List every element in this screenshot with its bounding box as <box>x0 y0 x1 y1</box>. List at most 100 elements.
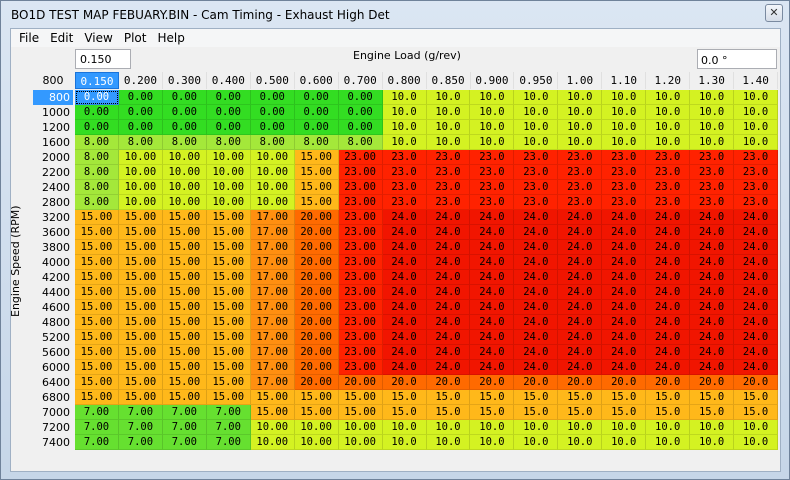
map-cell[interactable]: 24.0 <box>382 345 427 360</box>
map-cell[interactable]: 24.0 <box>514 255 559 270</box>
row-header[interactable]: 4800 <box>33 315 73 330</box>
row-header[interactable]: 1600 <box>33 135 73 150</box>
map-cell[interactable]: 24.0 <box>514 240 559 255</box>
map-cell[interactable]: 24.0 <box>470 210 515 225</box>
map-cell[interactable]: 8.00 <box>206 135 251 150</box>
map-cell[interactable]: 10.0 <box>426 120 471 135</box>
map-cell[interactable]: 0.00 <box>162 90 207 105</box>
map-cell[interactable]: 0.00 <box>75 105 119 120</box>
map-cell[interactable]: 20.00 <box>294 345 339 360</box>
menu-file[interactable]: File <box>15 29 46 47</box>
column-header[interactable]: 0.200 <box>119 72 163 89</box>
map-cell[interactable]: 15.00 <box>118 345 163 360</box>
map-cell[interactable]: 20.00 <box>294 330 339 345</box>
row-header[interactable]: 4000 <box>33 255 73 270</box>
menu-edit[interactable]: Edit <box>46 29 80 47</box>
map-cell[interactable]: 10.0 <box>690 135 735 150</box>
map-cell[interactable]: 10.00 <box>250 420 295 435</box>
row-header[interactable]: 3200 <box>33 210 73 225</box>
map-cell[interactable]: 23.0 <box>382 195 427 210</box>
map-cell[interactable]: 24.0 <box>690 345 735 360</box>
map-cell[interactable]: 20.00 <box>294 270 339 285</box>
map-cell[interactable]: 15.0 <box>470 390 515 405</box>
map-cell[interactable]: 10.0 <box>646 435 691 450</box>
map-cell[interactable]: 15.00 <box>206 210 251 225</box>
map-cell[interactable]: 10.00 <box>206 165 251 180</box>
map-cell[interactable]: 10.00 <box>294 435 339 450</box>
map-cell[interactable]: 17.00 <box>250 240 295 255</box>
map-cell[interactable]: 15.00 <box>75 375 119 390</box>
map-cell[interactable]: 24.0 <box>426 210 471 225</box>
map-cell[interactable]: 15.00 <box>294 405 339 420</box>
map-cell[interactable]: 7.00 <box>206 435 251 450</box>
map-cell[interactable]: 10.0 <box>382 120 427 135</box>
map-cell[interactable]: 24.0 <box>734 345 778 360</box>
map-cell[interactable]: 10.00 <box>250 195 295 210</box>
map-cell[interactable]: 15.00 <box>118 375 163 390</box>
row-header[interactable]: 2800 <box>33 195 73 210</box>
map-cell[interactable]: 0.00 <box>250 120 295 135</box>
map-cell[interactable]: 10.0 <box>734 135 778 150</box>
map-cell[interactable]: 24.0 <box>602 210 647 225</box>
column-header[interactable]: 0.400 <box>206 72 251 89</box>
map-cell[interactable]: 23.00 <box>338 180 383 195</box>
map-cell[interactable]: 24.0 <box>646 285 691 300</box>
map-cell[interactable]: 17.00 <box>250 285 295 300</box>
map-cell[interactable]: 15.00 <box>162 375 207 390</box>
map-cell[interactable]: 24.0 <box>734 270 778 285</box>
map-cell[interactable]: 15.0 <box>382 390 427 405</box>
map-cell[interactable]: 15.00 <box>162 240 207 255</box>
map-cell[interactable]: 23.0 <box>690 195 735 210</box>
row-header[interactable]: 4200 <box>33 270 73 285</box>
map-cell[interactable]: 8.00 <box>162 135 207 150</box>
map-cell[interactable]: 15.00 <box>162 225 207 240</box>
map-cell[interactable]: 20.0 <box>470 375 515 390</box>
map-cell[interactable]: 15.00 <box>118 210 163 225</box>
map-cell[interactable]: 10.0 <box>470 135 515 150</box>
map-cell[interactable]: 23.0 <box>426 165 471 180</box>
map-cell[interactable]: 24.0 <box>690 270 735 285</box>
angle-value-field[interactable]: 0.0 ° <box>697 49 777 69</box>
map-cell[interactable]: 0.00 <box>338 120 383 135</box>
map-cell[interactable]: 23.0 <box>734 195 778 210</box>
map-cell[interactable]: 15.00 <box>250 405 295 420</box>
map-cell[interactable]: 24.0 <box>690 255 735 270</box>
row-header[interactable]: 800 <box>33 90 73 105</box>
map-cell[interactable]: 24.0 <box>558 345 603 360</box>
map-cell[interactable]: 15.00 <box>162 330 207 345</box>
map-cell[interactable]: 10.0 <box>382 90 427 105</box>
map-cell[interactable]: 23.0 <box>690 180 735 195</box>
map-cell[interactable]: 10.00 <box>338 420 383 435</box>
column-header[interactable]: 0.500 <box>250 72 295 89</box>
map-cell[interactable]: 20.0 <box>602 375 647 390</box>
map-cell[interactable]: 23.0 <box>514 195 559 210</box>
map-cell[interactable]: 10.0 <box>382 105 427 120</box>
map-cell[interactable]: 24.0 <box>558 315 603 330</box>
map-cell[interactable]: 23.0 <box>558 180 603 195</box>
map-cell[interactable]: 24.0 <box>426 255 471 270</box>
map-cell[interactable]: 0.00 <box>206 105 251 120</box>
map-cell[interactable]: 15.00 <box>294 150 339 165</box>
map-cell[interactable]: 23.00 <box>338 255 383 270</box>
map-cell[interactable]: 24.0 <box>426 360 471 375</box>
row-header[interactable]: 7200 <box>33 420 73 435</box>
map-cell[interactable]: 24.0 <box>646 255 691 270</box>
map-cell[interactable]: 17.00 <box>250 270 295 285</box>
map-cell[interactable]: 23.0 <box>426 150 471 165</box>
map-cell[interactable]: 23.0 <box>382 180 427 195</box>
map-cell[interactable]: 24.0 <box>734 240 778 255</box>
map-cell[interactable]: 23.00 <box>338 210 383 225</box>
map-cell[interactable]: 10.0 <box>690 420 735 435</box>
map-cell[interactable]: 15.00 <box>118 270 163 285</box>
map-cell[interactable]: 0.00 <box>294 105 339 120</box>
map-cell[interactable]: 10.0 <box>690 120 735 135</box>
map-cell[interactable]: 23.00 <box>338 345 383 360</box>
map-cell[interactable]: 15.0 <box>514 390 559 405</box>
map-cell[interactable]: 7.00 <box>118 420 163 435</box>
map-cell[interactable]: 23.0 <box>382 150 427 165</box>
map-cell[interactable]: 24.0 <box>382 360 427 375</box>
map-cell[interactable]: 24.0 <box>426 225 471 240</box>
map-cell[interactable]: 24.0 <box>602 255 647 270</box>
map-cell[interactable]: 8.00 <box>294 135 339 150</box>
map-cell[interactable]: 23.0 <box>602 195 647 210</box>
